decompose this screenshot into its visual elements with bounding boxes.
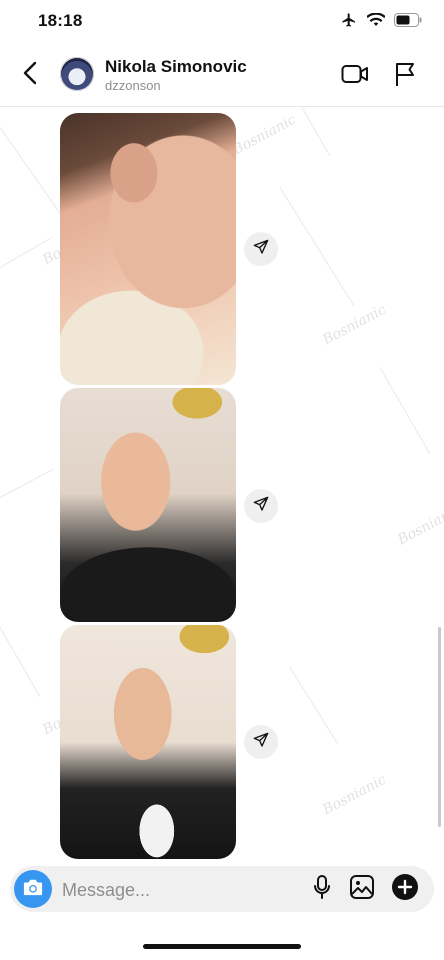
- wifi-icon: [367, 13, 385, 27]
- photo-message[interactable]: [60, 625, 236, 859]
- share-button[interactable]: [244, 725, 278, 759]
- contact-info[interactable]: Nikola Simonovic dzzonson: [105, 57, 247, 94]
- watermark: [289, 667, 339, 745]
- watermark: [0, 627, 41, 698]
- share-button[interactable]: [244, 232, 278, 266]
- flag-icon: [394, 61, 416, 92]
- watermark: [379, 367, 431, 455]
- status-bar: 18:18: [0, 0, 444, 44]
- message-input[interactable]: [60, 874, 294, 906]
- status-time: 18:18: [38, 11, 83, 30]
- scrollbar[interactable]: [438, 627, 441, 827]
- watermark: [279, 187, 355, 307]
- watermark: [0, 468, 54, 498]
- paper-plane-icon: [253, 239, 269, 260]
- paper-plane-icon: [253, 496, 269, 517]
- message-composer: [10, 866, 434, 912]
- report-button[interactable]: [390, 62, 420, 90]
- image-icon: [349, 874, 375, 905]
- chevron-left-icon: [23, 61, 37, 90]
- more-options-button[interactable]: [390, 873, 420, 906]
- contact-name: Nikola Simonovic: [105, 57, 247, 76]
- watermark: Bosnianic: [320, 771, 389, 819]
- battery-icon: [394, 13, 422, 27]
- paper-plane-icon: [253, 732, 269, 753]
- voice-message-button[interactable]: [307, 874, 337, 904]
- share-button[interactable]: [244, 489, 278, 523]
- watermark: Bosnianic: [395, 501, 444, 549]
- photo-message[interactable]: [60, 113, 236, 385]
- camera-button[interactable]: [14, 870, 52, 908]
- watermark: Bosnianic: [320, 301, 389, 349]
- camera-icon: [22, 877, 44, 902]
- watermark: [0, 127, 70, 227]
- plus-circle-icon: [391, 873, 419, 906]
- watermark: Bosnianic: [230, 111, 299, 159]
- status-icons: [340, 12, 422, 28]
- video-camera-icon: [341, 63, 369, 90]
- microphone-icon: [313, 874, 331, 905]
- avatar[interactable]: [60, 57, 94, 91]
- gallery-button[interactable]: [347, 874, 377, 904]
- home-indicator[interactable]: [143, 944, 301, 949]
- contact-username: dzzonson: [105, 78, 161, 93]
- chat-header: Nikola Simonovic dzzonson: [0, 44, 444, 107]
- back-button[interactable]: [16, 60, 44, 90]
- video-call-button[interactable]: [340, 62, 370, 90]
- airplane-mode-icon: [340, 12, 358, 28]
- message-thread[interactable]: Bosnianic Bosnianic Bosnianic Bosnianic …: [0, 107, 444, 859]
- photo-message[interactable]: [60, 388, 236, 622]
